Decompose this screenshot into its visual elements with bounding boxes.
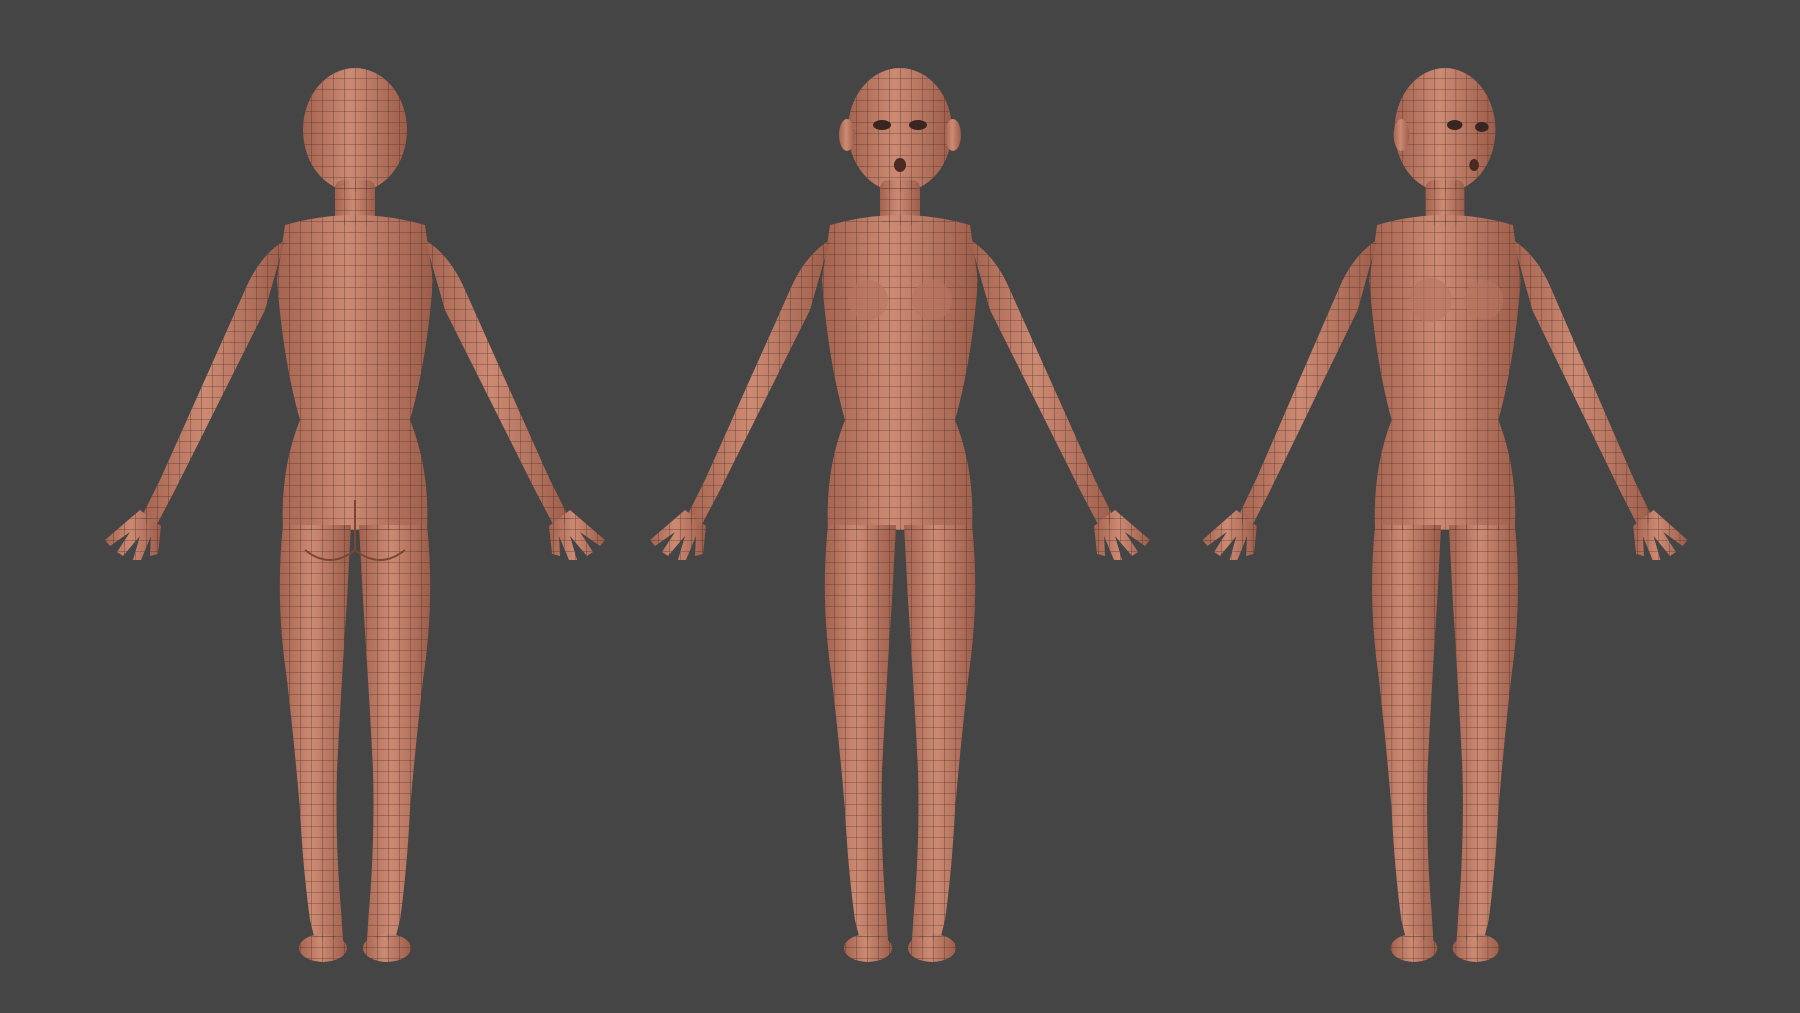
figure-back-view — [105, 68, 605, 962]
figure-front-view — [650, 68, 1150, 962]
viewport-canvas — [0, 0, 1800, 1013]
figure-three-quarter-view — [1202, 68, 1688, 962]
scene-svg — [105, 68, 1688, 962]
